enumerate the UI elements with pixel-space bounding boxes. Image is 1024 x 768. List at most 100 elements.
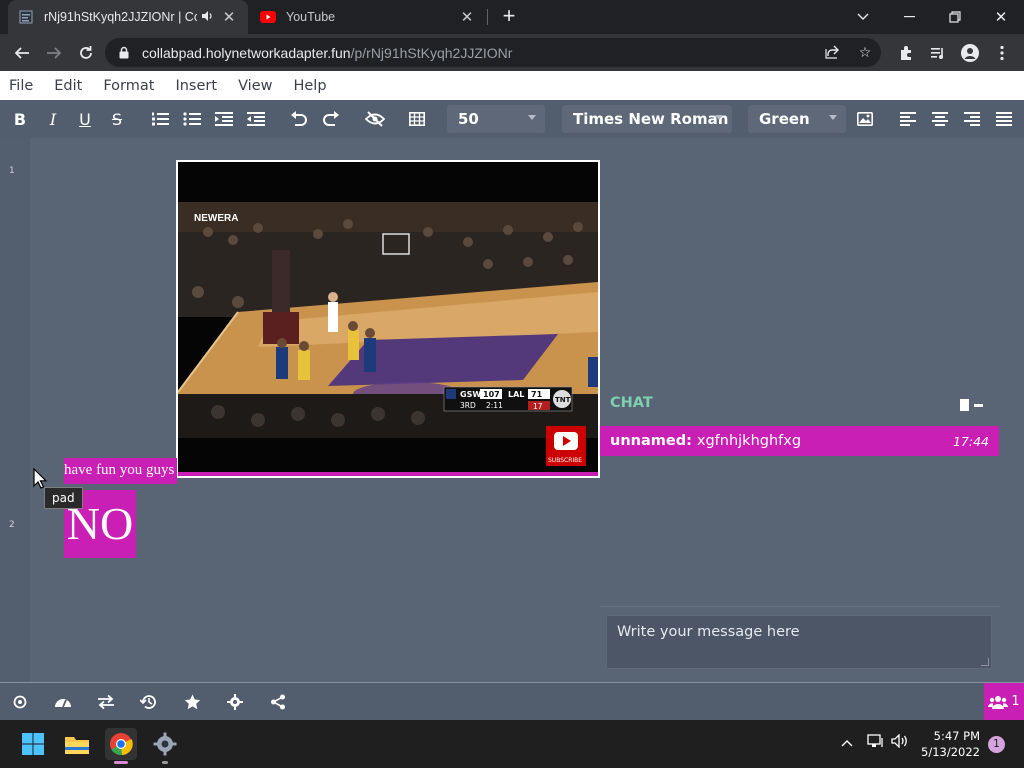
close-tab-icon[interactable]: ✕ [220, 8, 238, 26]
basketball-game-frame: NEWERA GSW 107 LAL 71 3RD 2:11 17 TNT SU… [178, 162, 598, 476]
font-color-select[interactable]: Green [748, 105, 846, 133]
resize-grip-icon[interactable] [981, 658, 989, 666]
align-left-icon[interactable] [897, 108, 919, 130]
scoreboard: GSW 107 LAL 71 3RD 2:11 17 TNT [443, 386, 573, 412]
menu-view[interactable]: View [238, 78, 272, 94]
windows-taskbar: 5:47 PM 5/13/2022 1 [0, 720, 1024, 768]
chat-minimize-icon[interactable] [974, 403, 983, 407]
tab-title: YouTube [286, 10, 336, 24]
subscribe-button[interactable]: SUBSCRIBE [546, 426, 586, 466]
indent-icon[interactable] [213, 108, 235, 130]
font-size-value: 50 [458, 110, 479, 128]
menu-insert[interactable]: Insert [175, 78, 217, 94]
line-number: 1 [9, 166, 15, 176]
bullet-list-icon[interactable] [181, 108, 203, 130]
address-bar[interactable]: collabpad.holynetworkadapter.fun/p/rNj91… [105, 38, 881, 67]
back-icon[interactable] [8, 39, 36, 67]
users-online-button[interactable]: 1 [984, 683, 1024, 720]
align-right-icon[interactable] [961, 108, 983, 130]
profile-avatar-icon[interactable] [956, 39, 984, 67]
chat-input-placeholder: Write your message here [617, 624, 800, 640]
font-family-select[interactable]: Times New Roman [562, 105, 732, 133]
pad-text-line[interactable]: have fun you guys [64, 458, 177, 484]
import-export-icon[interactable] [96, 692, 116, 712]
new-tab-button[interactable]: + [497, 4, 521, 30]
video-highlight-border [178, 472, 598, 476]
font-size-select[interactable]: 50 [447, 105, 545, 133]
chat-message-text: xgfnhjkhghfxg [696, 433, 802, 449]
strikethrough-button[interactable]: S [106, 108, 128, 130]
menu-file[interactable]: File [9, 78, 33, 94]
font-color-value: Green [759, 110, 810, 128]
dashboard-gauge-icon[interactable] [53, 692, 73, 712]
close-window-icon[interactable]: ✕ [978, 0, 1024, 34]
menu-format[interactable]: Format [103, 78, 154, 94]
svg-text:17: 17 [533, 402, 543, 411]
running-app-indicator [162, 761, 168, 764]
volume-icon[interactable] [891, 733, 909, 751]
svg-text:3RD: 3RD [460, 401, 476, 410]
connection-status-icon[interactable] [10, 692, 30, 712]
browser-tab-strip: rNj91hStKyqh2JJZIONr | Coll ✕ YouTube ✕ … [0, 0, 1024, 34]
history-icon[interactable] [139, 692, 159, 712]
file-explorer-icon[interactable] [61, 728, 93, 760]
chat-maximize-icon[interactable] [960, 399, 969, 411]
table-icon[interactable] [406, 108, 428, 130]
tab-title: rNj91hStKyqh2JJZIONr | Coll [44, 10, 197, 24]
restore-icon[interactable] [932, 0, 978, 34]
share-nodes-icon[interactable] [268, 692, 288, 712]
chat-message-input[interactable]: Write your message here [606, 615, 992, 669]
forward-icon[interactable] [40, 39, 68, 67]
minimize-icon[interactable] [886, 0, 932, 34]
bookmark-star-icon[interactable]: ☆ [856, 44, 874, 62]
start-windows-icon[interactable] [17, 728, 49, 760]
svg-text:71: 71 [531, 390, 543, 399]
network-icon[interactable] [867, 734, 885, 751]
undo-icon[interactable] [288, 108, 310, 130]
underline-button[interactable]: U [74, 108, 96, 130]
embedded-video-player[interactable]: NEWERA GSW 107 LAL 71 3RD 2:11 17 TNT SU… [176, 160, 600, 478]
collabpad-favicon-icon [18, 9, 34, 25]
system-clock[interactable]: 5:47 PM 5/13/2022 [921, 728, 980, 760]
format-toolbar: B I U S 50 Times New Roman Green [0, 100, 1024, 138]
more-menu-icon[interactable] [988, 39, 1016, 67]
menu-help[interactable]: Help [293, 78, 326, 94]
hide-eye-icon[interactable] [364, 108, 386, 130]
reload-icon[interactable] [72, 39, 100, 67]
users-icon [988, 695, 1009, 709]
settings-gear-icon[interactable] [225, 692, 245, 712]
chat-message-author: unnamed: [610, 433, 692, 449]
svg-text:LAL: LAL [508, 390, 524, 399]
tab-youtube[interactable]: YouTube ✕ [250, 0, 486, 34]
numbered-list-icon[interactable] [149, 108, 171, 130]
url-path: /p/rNj91hStKyqh2JJZIONr [350, 44, 513, 61]
settings-taskbar-icon[interactable] [149, 728, 181, 764]
redo-icon[interactable] [320, 108, 342, 130]
url-host: collabpad.holynetworkadapter.fun [142, 44, 351, 61]
tab-search-icon[interactable] [840, 0, 886, 34]
extensions-icon[interactable] [892, 39, 920, 67]
outdent-icon[interactable] [245, 108, 267, 130]
chat-message: unnamed: xgfnhjkhghfxg 17:44 [600, 426, 999, 456]
share-icon[interactable] [823, 44, 841, 62]
star-icon[interactable] [182, 692, 202, 712]
lock-icon[interactable] [119, 46, 133, 59]
insert-image-icon[interactable] [854, 108, 876, 130]
app-menu-bar: File Edit Format Insert View Help [0, 71, 1024, 100]
chevron-down-icon [715, 115, 723, 120]
video-brand-watermark: NEWERA [194, 213, 238, 224]
tray-chevron-up-icon[interactable] [841, 734, 853, 750]
tab-collabpad[interactable]: rNj91hStKyqh2JJZIONr | Coll ✕ [8, 0, 248, 34]
audio-playing-icon[interactable] [201, 10, 214, 25]
close-tab-icon[interactable]: ✕ [458, 8, 476, 26]
menu-edit[interactable]: Edit [54, 78, 82, 94]
align-center-icon[interactable] [929, 108, 951, 130]
italic-button[interactable]: I [42, 108, 64, 130]
notification-badge[interactable]: 1 [988, 736, 1005, 753]
bold-button[interactable]: B [9, 108, 31, 130]
tab-separator [487, 9, 488, 25]
media-control-icon[interactable] [924, 39, 952, 67]
align-justify-icon[interactable] [993, 108, 1015, 130]
chrome-taskbar-icon[interactable] [105, 728, 137, 764]
chat-title: CHAT [610, 395, 653, 411]
